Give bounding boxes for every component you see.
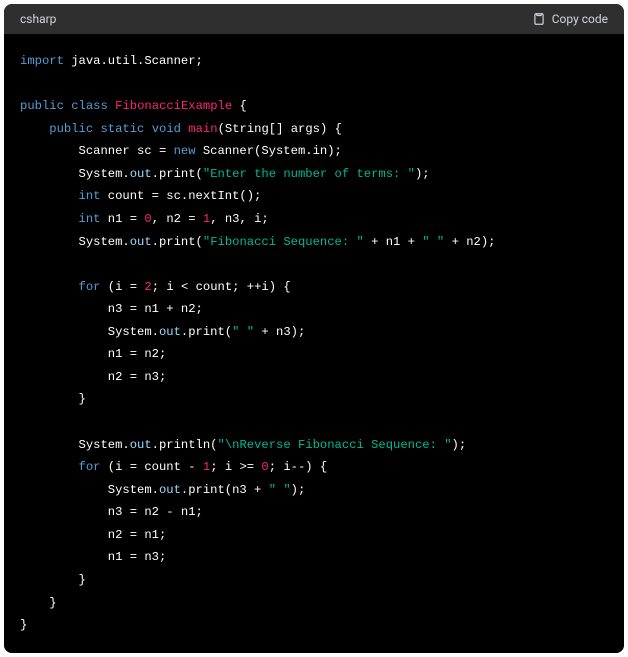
copy-code-label: Copy code [552,12,608,26]
language-label: csharp [20,12,56,26]
code-block: csharp Copy code import java.util.Scanne… [4,4,624,653]
code-header: csharp Copy code [4,4,624,34]
code-content[interactable]: import java.util.Scanner; public class F… [4,34,624,653]
copy-code-button[interactable]: Copy code [532,12,608,26]
clipboard-icon [532,12,546,26]
